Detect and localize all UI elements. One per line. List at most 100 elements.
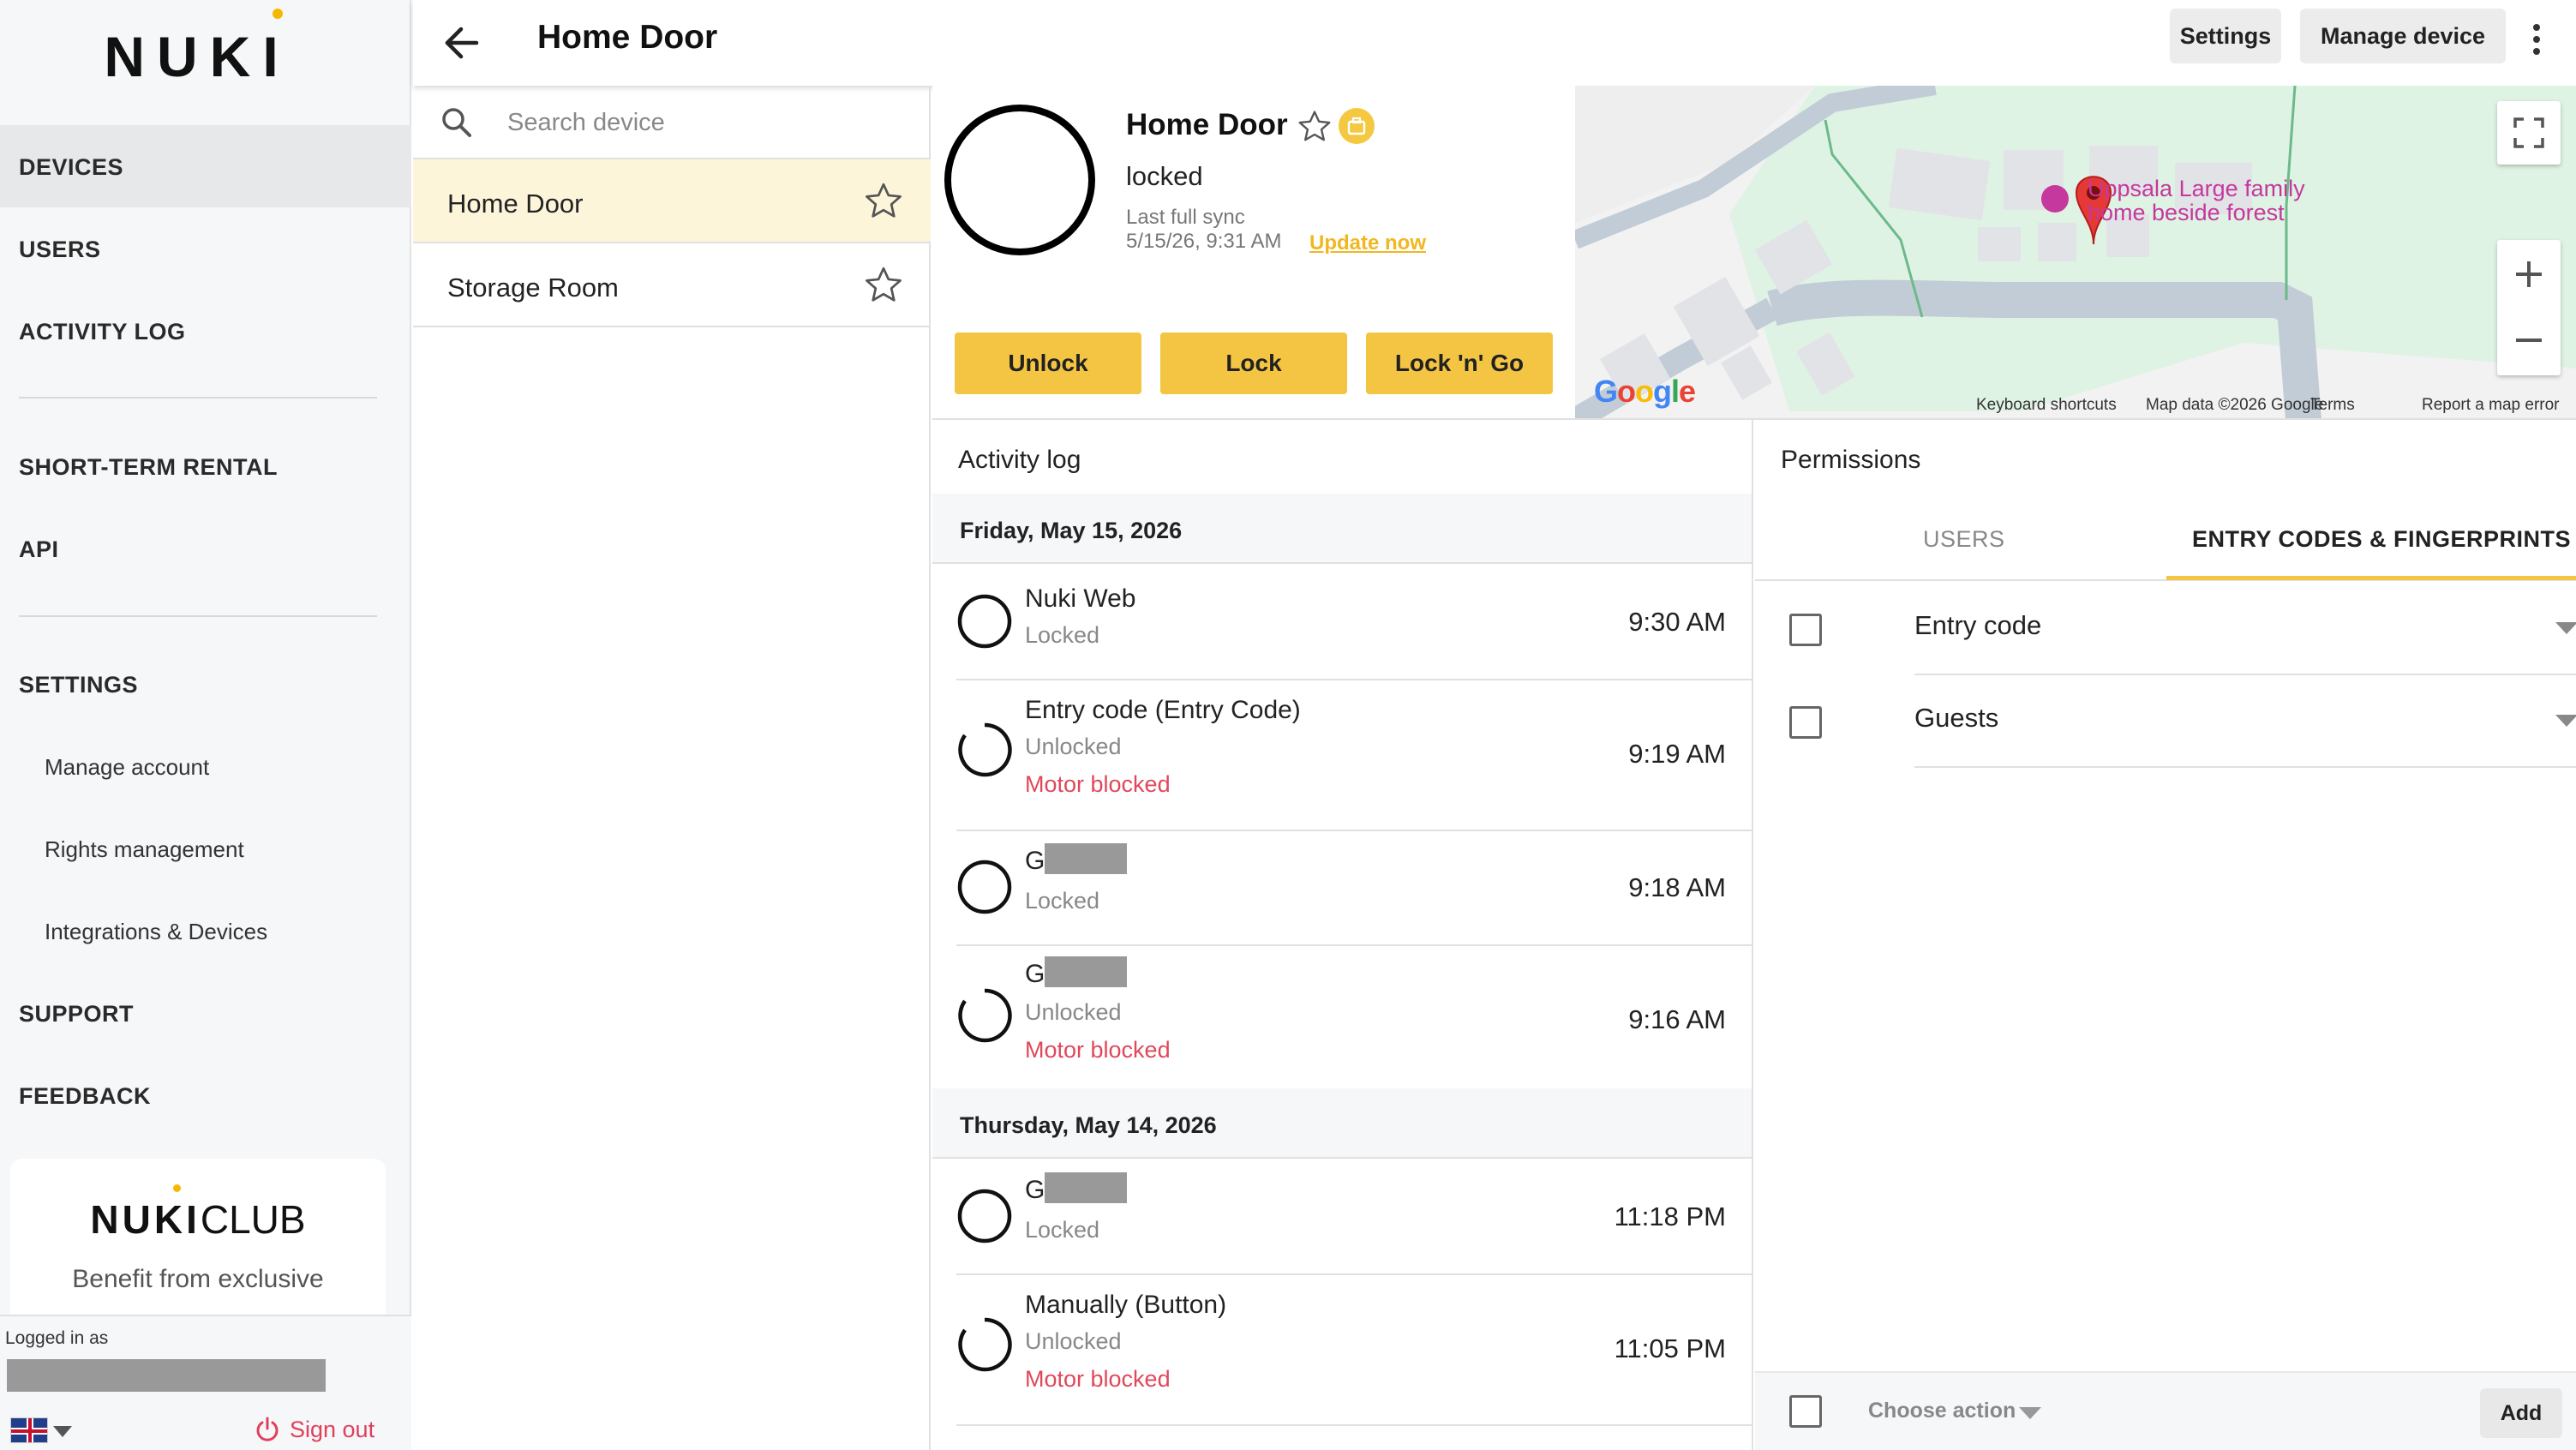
logged-in-label: Logged in as: [5, 1328, 109, 1348]
sidebar-item-rights-management[interactable]: Rights management: [45, 836, 244, 863]
nuki-logo[interactable]: NUKI: [0, 24, 394, 89]
permission-group-guests[interactable]: Guests: [1789, 675, 2576, 768]
activity-entry[interactable]: G Unlocked Motor blocked 9:16 AM: [956, 946, 1752, 1097]
activity-entry[interactable]: Manually (Button) Unlocked Motor blocked…: [956, 1275, 1752, 1426]
manage-device-button[interactable]: Manage device: [2300, 9, 2506, 63]
sidebar-item-support[interactable]: SUPPORT: [19, 1001, 134, 1028]
logo-dot: [273, 9, 283, 19]
unlock-button[interactable]: Unlock: [955, 333, 1141, 394]
sidebar-item-feedback[interactable]: FEEDBACK: [19, 1083, 151, 1110]
favorite-star-icon[interactable]: [862, 180, 905, 223]
active-tab-indicator: [2166, 576, 2576, 580]
zoom-in-icon[interactable]: [2497, 240, 2561, 308]
device-list: Home Door Storage Room: [413, 86, 931, 1450]
group-checkbox[interactable]: [1789, 706, 1822, 739]
club-logo-dot: [173, 1184, 181, 1192]
sidebar-item-devices[interactable]: DEVICES: [19, 154, 123, 181]
sidebar: NUKI DEVICES USERS ACTIVITY LOG SHORT-TE…: [0, 0, 411, 1450]
sidebar-item-integrations[interactable]: Integrations & Devices: [45, 919, 267, 945]
search-input[interactable]: [507, 101, 902, 144]
page-title: Home Door: [537, 19, 718, 56]
search-bar: [413, 86, 931, 159]
fullscreen-icon[interactable]: [2497, 101, 2561, 165]
sidebar-item-manage-account[interactable]: Manage account: [45, 754, 209, 781]
select-all-checkbox[interactable]: [1789, 1395, 1822, 1428]
top-bar: Home Door Settings Manage device: [413, 0, 2576, 86]
entry-time: 9:19 AM: [1628, 739, 1726, 769]
sidebar-item-activity-log[interactable]: ACTIVITY LOG: [19, 319, 186, 345]
group-label: Entry code: [1914, 610, 2042, 640]
uk-flag-icon[interactable]: [10, 1417, 48, 1443]
add-button[interactable]: Add: [2480, 1388, 2562, 1438]
permissions-title: Permissions: [1781, 446, 1921, 474]
chevron-down-icon[interactable]: [2019, 1407, 2041, 1419]
activity-entry[interactable]: Entry code (Entry Code) Unlocked Motor b…: [956, 680, 1752, 831]
google-logo: Google: [1594, 374, 1696, 409]
entry-actor: G: [1025, 956, 1128, 989]
nuki-club-card[interactable]: NUKICLUB Benefit from exclusive: [10, 1159, 386, 1321]
zoom-out-icon[interactable]: [2497, 308, 2561, 375]
bulk-action-bar: Choose action Add: [1755, 1371, 2576, 1450]
lock-button[interactable]: Lock: [1160, 333, 1347, 394]
activity-log-panel: Activity log Friday, May 15, 2026 Nuki W…: [932, 420, 1753, 1450]
entry-actor: Entry code (Entry Code): [1025, 696, 1301, 724]
choose-action-dropdown[interactable]: Choose action: [1868, 1399, 2016, 1423]
permissions-panel: Permissions USERS ENTRY CODES & FINGERPR…: [1755, 420, 2576, 1450]
unlocked-event-icon: [958, 988, 1012, 1043]
day-header: Thursday, May 14, 2026: [932, 1088, 1752, 1159]
map-report-error-link[interactable]: Report a map error: [2422, 396, 2560, 415]
entry-warning: Motor blocked: [1025, 1037, 1171, 1063]
redacted-name: [1045, 843, 1128, 874]
language-dropdown-icon[interactable]: [53, 1426, 72, 1437]
row-divider: [1914, 766, 2576, 768]
suitcase-badge-icon: [1339, 108, 1375, 144]
last-sync-label: Last full sync: [1126, 206, 1245, 229]
entry-time: 11:18 PM: [1614, 1201, 1726, 1231]
location-map[interactable]: Uppsala Large family home beside forest G…: [1575, 86, 2576, 420]
activity-entry[interactable]: Nuki Web Locked 9:30 AM: [956, 566, 1752, 680]
map-place-label[interactable]: Uppsala Large family home beside forest: [2088, 177, 2305, 225]
chevron-down-icon[interactable]: [2555, 622, 2576, 634]
sign-out-button[interactable]: Sign out: [254, 1416, 374, 1443]
zoom-controls: [2497, 240, 2561, 375]
group-label: Guests: [1914, 703, 1999, 733]
sidebar-item-api[interactable]: API: [19, 536, 59, 563]
lock-n-go-button[interactable]: Lock 'n' Go: [1366, 333, 1553, 394]
sidebar-item-settings[interactable]: SETTINGS: [19, 672, 138, 698]
lock-state: locked: [1126, 161, 1203, 191]
group-checkbox[interactable]: [1789, 614, 1822, 646]
power-icon: [256, 1417, 279, 1441]
settings-button[interactable]: Settings: [2170, 9, 2281, 63]
device-header: Home Door locked Last full sync 5/15/26,…: [932, 86, 1575, 420]
lock-status-icon: [944, 105, 1095, 255]
map-canvas[interactable]: [1575, 86, 2576, 420]
redacted-username: [7, 1359, 326, 1392]
permission-group-entry-code[interactable]: Entry code: [1789, 583, 2576, 675]
favorite-star-icon[interactable]: [862, 264, 905, 307]
device-name: Home Door: [447, 189, 584, 219]
more-options-icon[interactable]: [2519, 21, 2554, 65]
redacted-name: [1045, 1172, 1128, 1203]
tab-entry-codes-fingerprints[interactable]: ENTRY CODES & FINGERPRINTS: [2192, 526, 2571, 553]
device-row-storage-room[interactable]: Storage Room: [413, 243, 931, 327]
update-now-link[interactable]: Update now: [1309, 231, 1426, 255]
device-row-home-door[interactable]: Home Door: [413, 159, 931, 243]
sidebar-divider: [19, 615, 377, 617]
map-keyboard-shortcuts[interactable]: Keyboard shortcuts: [1976, 396, 2117, 415]
locked-event-icon: [957, 1189, 1012, 1243]
map-terms-link[interactable]: Terms: [2310, 396, 2355, 415]
entry-action: Unlocked: [1025, 999, 1122, 1025]
sidebar-divider: [19, 397, 377, 398]
favorite-star-icon[interactable]: [1296, 108, 1333, 146]
entry-warning: Motor blocked: [1025, 771, 1171, 797]
activity-entry[interactable]: G Locked 9:18 AM: [956, 831, 1752, 946]
activity-entry[interactable]: G Locked 11:18 PM: [956, 1160, 1752, 1275]
entry-warning: Motor blocked: [1025, 1366, 1171, 1392]
tab-users[interactable]: USERS: [1923, 526, 2005, 553]
back-arrow-icon[interactable]: [439, 19, 487, 67]
sidebar-item-short-term-rental[interactable]: SHORT-TERM RENTAL: [19, 454, 278, 481]
sidebar-item-users[interactable]: USERS: [19, 237, 101, 263]
map-data-attribution: Map data ©2026 Google: [2146, 396, 2324, 414]
chevron-down-icon[interactable]: [2555, 715, 2576, 727]
device-name: Storage Room: [447, 273, 619, 303]
